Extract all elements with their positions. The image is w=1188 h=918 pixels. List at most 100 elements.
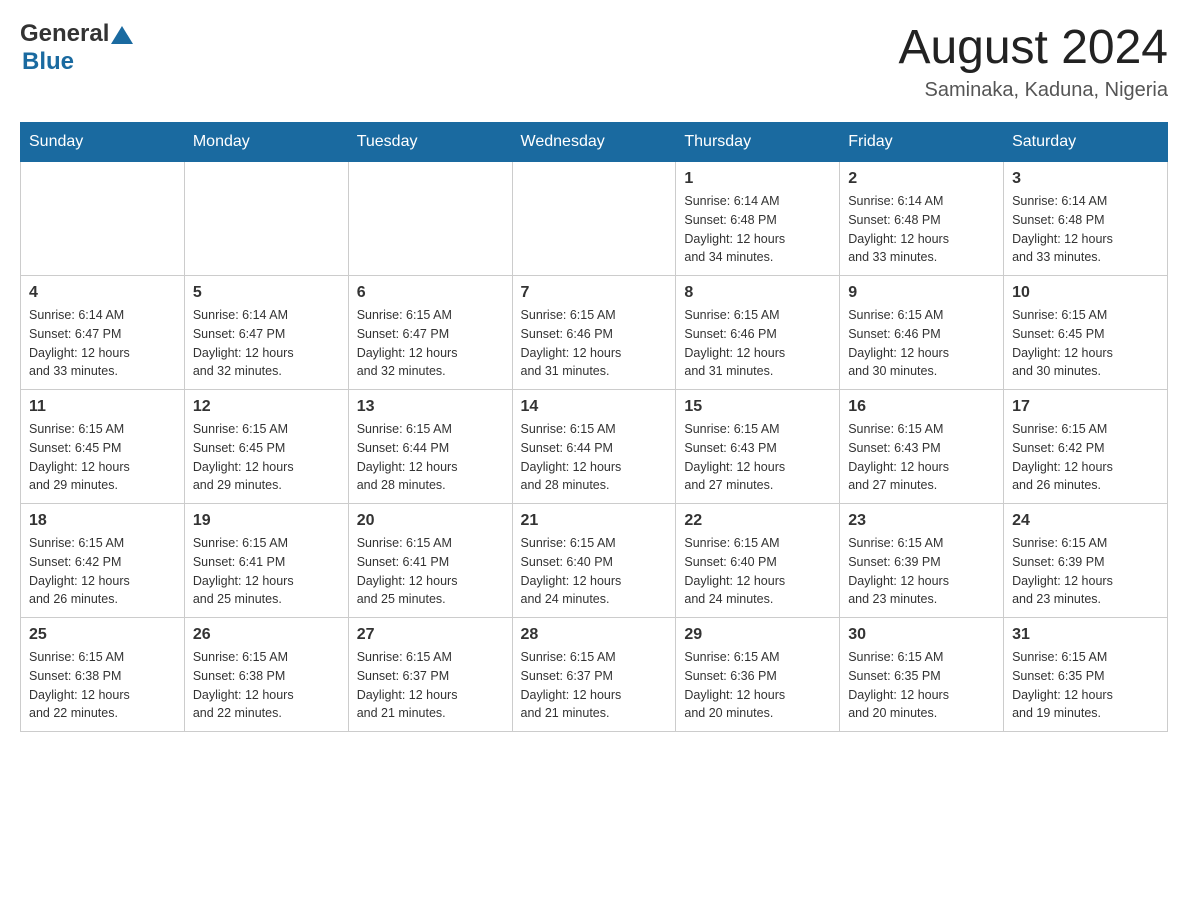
day-number: 13 (357, 398, 504, 416)
day-cell-14: 14 Sunrise: 6:15 AM Sunset: 6:44 PM Dayli… (512, 390, 676, 504)
day-cell-5: 5 Sunrise: 6:14 AM Sunset: 6:47 PM Daylig… (184, 276, 348, 390)
day-info: Sunrise: 6:15 AM Sunset: 6:44 PM Dayligh… (521, 420, 668, 495)
month-title: August 2024 (898, 20, 1168, 75)
logo: General Blue (20, 20, 133, 76)
day-number: 1 (684, 170, 831, 188)
day-cell-30: 30Sunrise: 6:15 AM Sunset: 6:35 PM Dayli… (840, 618, 1004, 732)
day-cell-2: 2 Sunrise: 6:14 AM Sunset: 6:48 PM Daylig… (840, 162, 1004, 276)
day-cell-16: 16 Sunrise: 6:15 AM Sunset: 6:43 PM Dayli… (840, 390, 1004, 504)
day-number: 28 (521, 626, 668, 644)
calendar-body: 1 Sunrise: 6:14 AM Sunset: 6:48 PM Daylig… (21, 162, 1168, 732)
day-number: 27 (357, 626, 504, 644)
day-info: Sunrise: 6:15 AM Sunset: 6:39 PM Dayligh… (848, 534, 995, 609)
weekday-header-wednesday: Wednesday (512, 123, 676, 162)
empty-cell (348, 162, 512, 276)
day-number: 8 (684, 284, 831, 302)
day-info: Sunrise: 6:15 AM Sunset: 6:44 PM Dayligh… (357, 420, 504, 495)
day-number: 18 (29, 512, 176, 530)
day-cell-10: 10Sunrise: 6:15 AM Sunset: 6:45 PM Dayli… (1004, 276, 1168, 390)
day-info: Sunrise: 6:14 AM Sunset: 6:47 PM Dayligh… (193, 306, 340, 381)
day-info: Sunrise: 6:15 AM Sunset: 6:37 PM Dayligh… (357, 648, 504, 723)
day-info: Sunrise: 6:15 AM Sunset: 6:42 PM Dayligh… (29, 534, 176, 609)
day-info: Sunrise: 6:15 AM Sunset: 6:45 PM Dayligh… (29, 420, 176, 495)
day-info: Sunrise: 6:15 AM Sunset: 6:35 PM Dayligh… (1012, 648, 1159, 723)
day-number: 4 (29, 284, 176, 302)
day-cell-19: 19Sunrise: 6:15 AM Sunset: 6:41 PM Dayli… (184, 504, 348, 618)
day-info: Sunrise: 6:15 AM Sunset: 6:46 PM Dayligh… (684, 306, 831, 381)
day-cell-25: 25 Sunrise: 6:15 AM Sunset: 6:38 PM Dayli… (21, 618, 185, 732)
day-number: 21 (521, 512, 668, 530)
day-cell-9: 9Sunrise: 6:15 AM Sunset: 6:46 PM Daylig… (840, 276, 1004, 390)
day-info: Sunrise: 6:15 AM Sunset: 6:45 PM Dayligh… (193, 420, 340, 495)
day-number: 3 (1012, 170, 1159, 188)
weekday-header-row: SundayMondayTuesdayWednesdayThursdayFrid… (21, 123, 1168, 162)
logo-text-blue: Blue (22, 48, 74, 75)
week-row-2: 4 Sunrise: 6:14 AM Sunset: 6:47 PM Daylig… (21, 276, 1168, 390)
day-info: Sunrise: 6:14 AM Sunset: 6:48 PM Dayligh… (848, 192, 995, 267)
location-title: Saminaka, Kaduna, Nigeria (898, 79, 1168, 102)
page-header: General Blue August 2024 Saminaka, Kadun… (20, 20, 1168, 102)
day-number: 30 (848, 626, 995, 644)
day-number: 25 (29, 626, 176, 644)
weekday-header-saturday: Saturday (1004, 123, 1168, 162)
day-info: Sunrise: 6:15 AM Sunset: 6:40 PM Dayligh… (521, 534, 668, 609)
day-info: Sunrise: 6:14 AM Sunset: 6:48 PM Dayligh… (684, 192, 831, 267)
day-info: Sunrise: 6:15 AM Sunset: 6:40 PM Dayligh… (684, 534, 831, 609)
day-cell-11: 11 Sunrise: 6:15 AM Sunset: 6:45 PM Dayli… (21, 390, 185, 504)
week-row-1: 1 Sunrise: 6:14 AM Sunset: 6:48 PM Daylig… (21, 162, 1168, 276)
day-cell-24: 24Sunrise: 6:15 AM Sunset: 6:39 PM Dayli… (1004, 504, 1168, 618)
day-number: 5 (193, 284, 340, 302)
empty-cell (21, 162, 185, 276)
day-info: Sunrise: 6:15 AM Sunset: 6:38 PM Dayligh… (193, 648, 340, 723)
day-cell-23: 23 Sunrise: 6:15 AM Sunset: 6:39 PM Dayli… (840, 504, 1004, 618)
day-number: 16 (848, 398, 995, 416)
day-number: 15 (684, 398, 831, 416)
day-info: Sunrise: 6:15 AM Sunset: 6:39 PM Dayligh… (1012, 534, 1159, 609)
logo-text-general: General (20, 20, 109, 48)
day-number: 22 (684, 512, 831, 530)
day-info: Sunrise: 6:15 AM Sunset: 6:43 PM Dayligh… (848, 420, 995, 495)
day-info: Sunrise: 6:15 AM Sunset: 6:37 PM Dayligh… (521, 648, 668, 723)
empty-cell (512, 162, 676, 276)
day-number: 7 (521, 284, 668, 302)
day-cell-31: 31Sunrise: 6:15 AM Sunset: 6:35 PM Dayli… (1004, 618, 1168, 732)
day-info: Sunrise: 6:15 AM Sunset: 6:47 PM Dayligh… (357, 306, 504, 381)
day-cell-18: 18 Sunrise: 6:15 AM Sunset: 6:42 PM Dayli… (21, 504, 185, 618)
day-cell-12: 12 Sunrise: 6:15 AM Sunset: 6:45 PM Dayli… (184, 390, 348, 504)
day-cell-15: 15 Sunrise: 6:15 AM Sunset: 6:43 PM Dayli… (676, 390, 840, 504)
day-number: 23 (848, 512, 995, 530)
day-cell-4: 4 Sunrise: 6:14 AM Sunset: 6:47 PM Daylig… (21, 276, 185, 390)
day-number: 12 (193, 398, 340, 416)
day-info: Sunrise: 6:15 AM Sunset: 6:41 PM Dayligh… (193, 534, 340, 609)
day-info: Sunrise: 6:15 AM Sunset: 6:46 PM Dayligh… (521, 306, 668, 381)
weekday-header-thursday: Thursday (676, 123, 840, 162)
day-info: Sunrise: 6:15 AM Sunset: 6:41 PM Dayligh… (357, 534, 504, 609)
weekday-header-tuesday: Tuesday (348, 123, 512, 162)
logo-triangle-icon (111, 24, 133, 46)
weekday-header-monday: Monday (184, 123, 348, 162)
day-cell-27: 27 Sunrise: 6:15 AM Sunset: 6:37 PM Dayli… (348, 618, 512, 732)
day-cell-20: 20Sunrise: 6:15 AM Sunset: 6:41 PM Dayli… (348, 504, 512, 618)
day-cell-17: 17 Sunrise: 6:15 AM Sunset: 6:42 PM Dayli… (1004, 390, 1168, 504)
day-cell-1: 1 Sunrise: 6:14 AM Sunset: 6:48 PM Daylig… (676, 162, 840, 276)
title-area: August 2024 Saminaka, Kaduna, Nigeria (898, 20, 1168, 102)
day-info: Sunrise: 6:15 AM Sunset: 6:45 PM Dayligh… (1012, 306, 1159, 381)
day-number: 26 (193, 626, 340, 644)
day-info: Sunrise: 6:15 AM Sunset: 6:42 PM Dayligh… (1012, 420, 1159, 495)
weekday-header-friday: Friday (840, 123, 1004, 162)
weekday-header-sunday: Sunday (21, 123, 185, 162)
day-info: Sunrise: 6:15 AM Sunset: 6:38 PM Dayligh… (29, 648, 176, 723)
day-info: Sunrise: 6:15 AM Sunset: 6:36 PM Dayligh… (684, 648, 831, 723)
day-info: Sunrise: 6:15 AM Sunset: 6:43 PM Dayligh… (684, 420, 831, 495)
day-number: 14 (521, 398, 668, 416)
day-number: 2 (848, 170, 995, 188)
week-row-3: 11 Sunrise: 6:15 AM Sunset: 6:45 PM Dayli… (21, 390, 1168, 504)
day-number: 11 (29, 398, 176, 416)
empty-cell (184, 162, 348, 276)
day-number: 17 (1012, 398, 1159, 416)
day-cell-28: 28 Sunrise: 6:15 AM Sunset: 6:37 PM Dayli… (512, 618, 676, 732)
day-number: 6 (357, 284, 504, 302)
day-info: Sunrise: 6:15 AM Sunset: 6:46 PM Dayligh… (848, 306, 995, 381)
day-number: 29 (684, 626, 831, 644)
day-info: Sunrise: 6:14 AM Sunset: 6:47 PM Dayligh… (29, 306, 176, 381)
